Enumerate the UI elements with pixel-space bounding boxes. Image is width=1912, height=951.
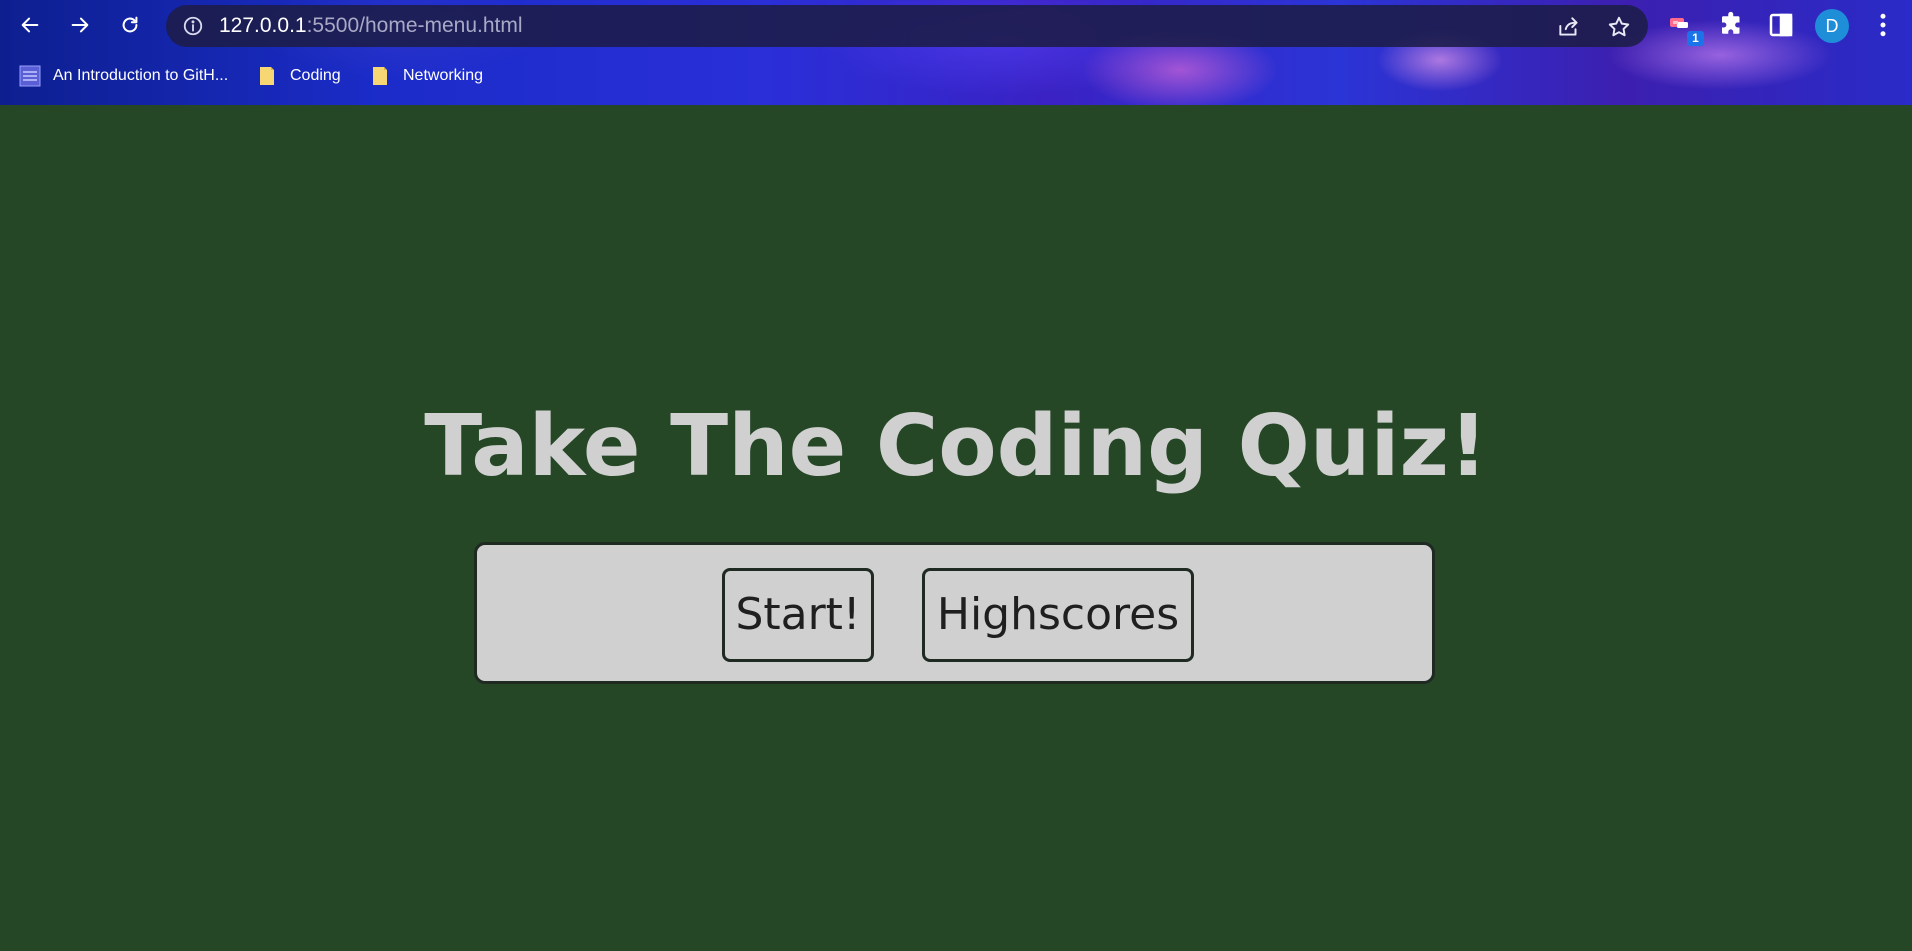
github-learning-icon	[19, 65, 41, 87]
folder-icon	[373, 67, 387, 85]
start-button[interactable]: Start!	[722, 568, 874, 662]
side-panel-icon[interactable]	[1766, 10, 1796, 40]
site-info-icon[interactable]	[182, 15, 204, 37]
more-menu-icon[interactable]	[1868, 10, 1898, 40]
forward-arrow-icon	[71, 17, 89, 33]
bookmark-label: An Introduction to GitH...	[53, 67, 229, 84]
bookmark-label: Coding	[290, 67, 341, 84]
reload-icon	[122, 16, 138, 33]
bookmark-folder-coding[interactable]: Coding	[256, 62, 341, 90]
bookmark-label: Networking	[403, 67, 484, 84]
menu-button-panel: Start! Highscores	[474, 542, 1435, 684]
browser-chrome: 127.0.0.1:5500/home-menu.html 1 D An Int…	[0, 0, 1912, 106]
address-bar[interactable]: 127.0.0.1:5500/home-menu.html	[166, 5, 1648, 47]
highscores-button[interactable]: Highscores	[922, 568, 1194, 662]
forward-button[interactable]	[62, 7, 98, 43]
browser-toolbar: 127.0.0.1:5500/home-menu.html 1 D	[0, 0, 1912, 50]
bookmarks-bar: An Introduction to GitH... Coding Networ…	[0, 58, 1912, 94]
url-path: :5500/home-menu.html	[306, 14, 523, 37]
page-title: Take The Coding Quiz!	[424, 397, 1488, 496]
url-text[interactable]: 127.0.0.1:5500/home-menu.html	[219, 14, 523, 38]
back-button[interactable]	[12, 7, 48, 43]
url-host: 127.0.0.1	[219, 14, 307, 37]
bookmark-item-github-intro[interactable]: An Introduction to GitH...	[19, 62, 228, 90]
reload-button[interactable]	[112, 7, 148, 43]
folder-icon	[260, 67, 274, 85]
extensions-puzzle-icon[interactable]	[1717, 10, 1747, 40]
page-content: Take The Coding Quiz! Start! Highscores	[0, 105, 1912, 951]
share-icon[interactable]	[1556, 14, 1582, 40]
bookmark-folder-networking[interactable]: Networking	[369, 62, 483, 90]
extension-badge: 1	[1687, 31, 1704, 46]
bookmark-star-icon[interactable]	[1606, 14, 1632, 40]
back-arrow-icon	[21, 17, 39, 33]
profile-avatar[interactable]: D	[1815, 9, 1849, 43]
